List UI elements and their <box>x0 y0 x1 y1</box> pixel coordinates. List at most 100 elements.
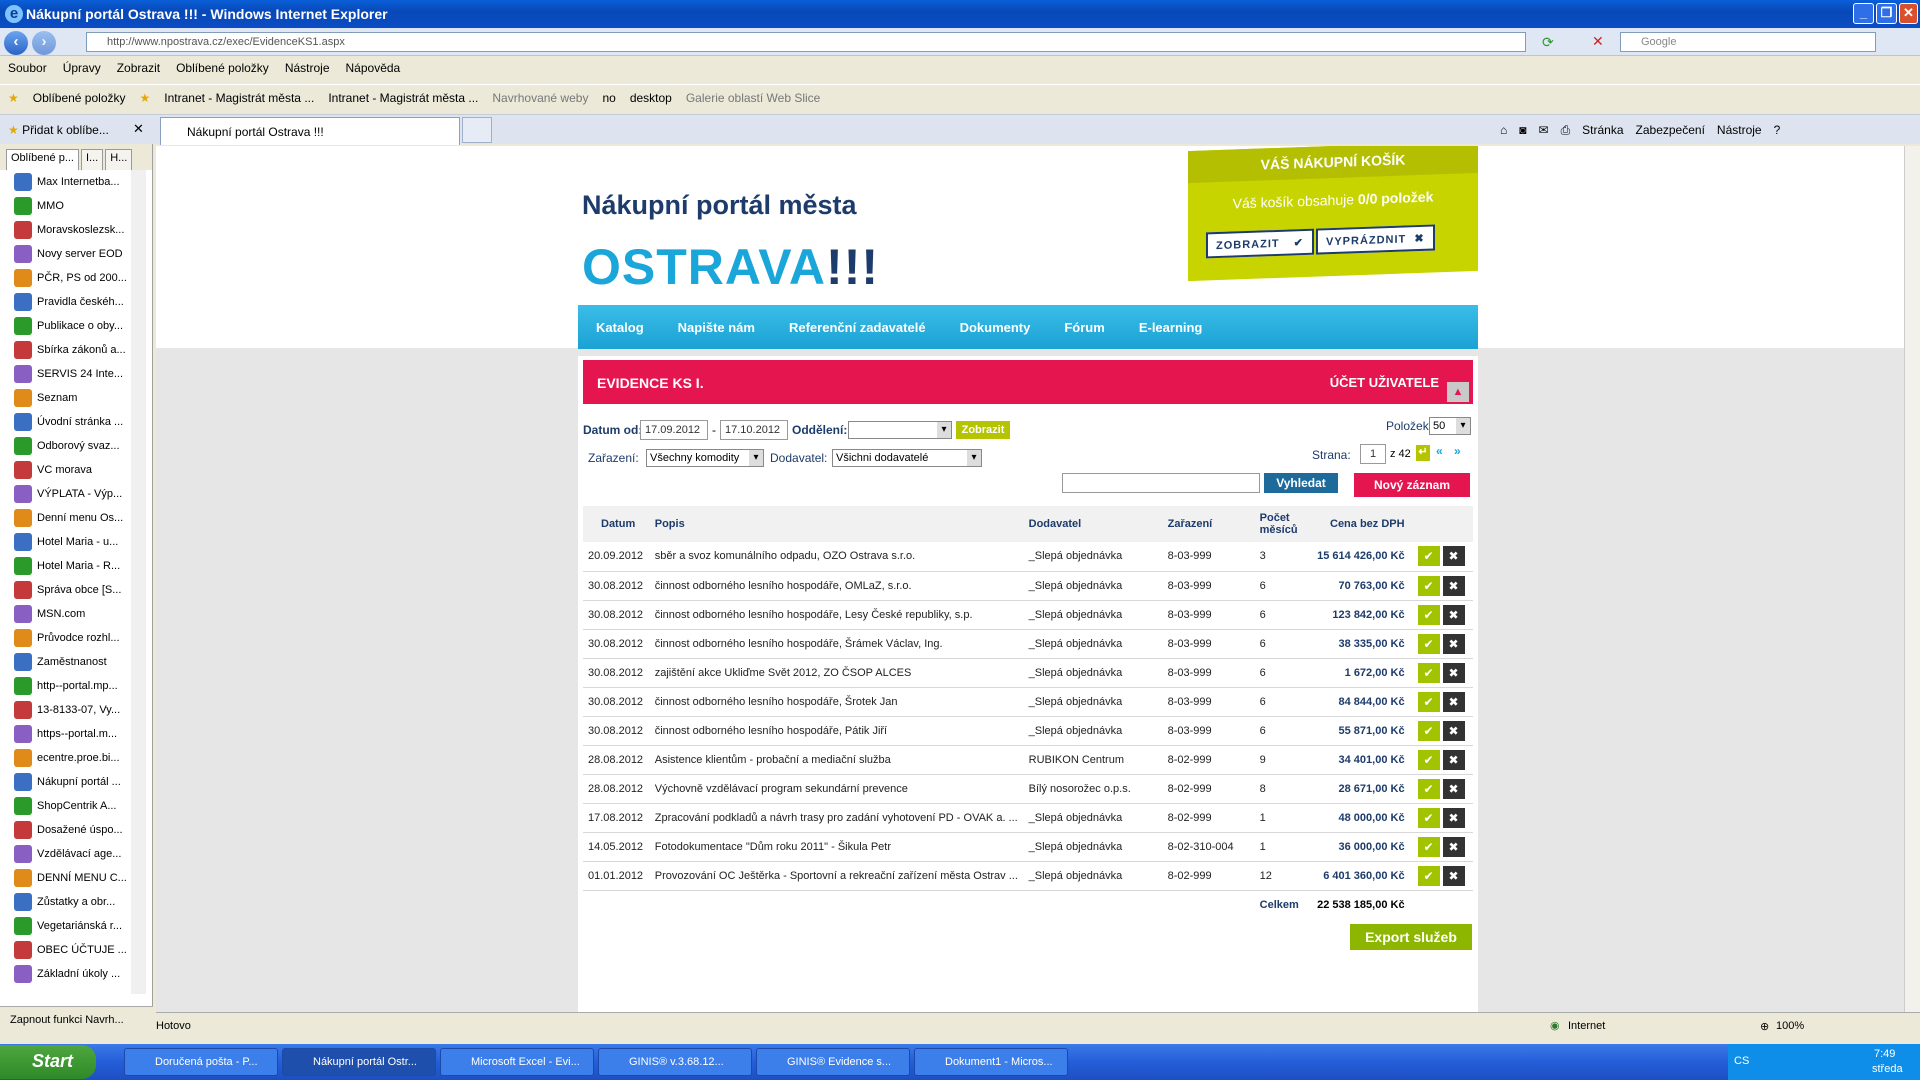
add-to-favorites-button[interactable]: ★ Přidat k oblíbe... <box>8 123 109 137</box>
task-outlook[interactable]: Doručená pošta - P... <box>124 1048 278 1076</box>
favorite-item[interactable]: VC morava <box>0 458 128 482</box>
favorite-item[interactable]: MSN.com <box>0 602 128 626</box>
favorite-item[interactable]: Seznam <box>0 386 128 410</box>
search-input[interactable]: Google <box>1620 32 1876 52</box>
search-button[interactable]: Vyhledat <box>1264 473 1338 493</box>
tab-active[interactable]: Nákupní portál Ostrava !!! <box>160 117 460 145</box>
favorite-item[interactable]: OBEC ÚČTUJE ... <box>0 938 128 962</box>
cart-empty-button[interactable]: VYPRÁZDNIT ✖ <box>1316 224 1435 255</box>
prev-page-icon[interactable]: « <box>1436 444 1443 458</box>
confirm-check-icon[interactable]: ✔ <box>1417 778 1440 799</box>
favorite-item[interactable]: Vzdělávací age... <box>0 842 128 866</box>
sidebar-scrollbar[interactable] <box>131 170 146 994</box>
print-icon[interactable]: ⎙ <box>1561 123 1571 138</box>
new-tab-button[interactable] <box>462 117 492 143</box>
favorite-item[interactable]: ShopCentrik A... <box>0 794 128 818</box>
delete-x-icon[interactable]: ✖ <box>1442 604 1465 625</box>
confirm-check-icon[interactable]: ✔ <box>1417 749 1440 770</box>
confirm-check-icon[interactable]: ✔ <box>1417 836 1440 857</box>
delete-x-icon[interactable]: ✖ <box>1442 865 1465 886</box>
delete-x-icon[interactable]: ✖ <box>1442 691 1465 712</box>
fav-link-no[interactable]: no <box>602 91 615 105</box>
sidebar-tab-history[interactable]: H... <box>105 149 133 170</box>
col-classification[interactable]: Zařazení <box>1162 506 1255 542</box>
table-row[interactable]: 01.01.2012 Provozování OC Ještěrka - Spor… <box>583 861 1473 891</box>
nav-documents[interactable]: Dokumenty <box>960 320 1031 335</box>
brand-city[interactable]: OSTRAVA!!! <box>582 238 879 296</box>
confirm-check-icon[interactable]: ✔ <box>1417 865 1440 886</box>
col-supplier[interactable]: Dodavatel <box>1023 506 1163 542</box>
favorite-item[interactable]: MMO <box>0 194 128 218</box>
favorite-item[interactable]: Publikace o oby... <box>0 314 128 338</box>
maximize-button[interactable]: ❐ <box>1876 3 1897 24</box>
help-icon[interactable]: ? <box>1774 123 1781 138</box>
task-ginis[interactable]: GINIS® v.3.68.12... <box>598 1048 752 1076</box>
task-word[interactable]: Dokument1 - Micros... <box>914 1048 1068 1076</box>
table-row[interactable]: 28.08.2012 Asistence klientům - probační … <box>583 745 1473 775</box>
classification-select[interactable]: Všechny komodity <box>646 449 764 467</box>
zoom-level[interactable]: 100% <box>1776 1020 1804 1032</box>
clock-time[interactable]: 7:49 <box>1874 1048 1895 1060</box>
items-select[interactable]: 50 <box>1429 417 1471 435</box>
refresh-icon[interactable]: ⟳ <box>1542 34 1558 50</box>
delete-x-icon[interactable]: ✖ <box>1442 836 1465 857</box>
table-row[interactable]: 14.05.2012 Fotodokumentace "Dům roku 2011… <box>583 832 1473 862</box>
close-button[interactable]: ✕ <box>1899 3 1918 24</box>
menu-tools[interactable]: Nástroje <box>285 61 330 75</box>
start-button[interactable]: Start <box>0 1045 96 1079</box>
nav-forum[interactable]: Fórum <box>1064 320 1104 335</box>
favorite-item[interactable]: http--portal.mp... <box>0 674 128 698</box>
zoom-icon[interactable]: ⊕ <box>1760 1020 1769 1033</box>
close-sidebar-icon[interactable]: ✕ <box>133 121 144 137</box>
col-description[interactable]: Popis <box>649 506 1024 542</box>
nav-write-us[interactable]: Napište nám <box>678 320 755 335</box>
favorite-item[interactable]: Hotel Maria - u... <box>0 530 128 554</box>
favorite-item[interactable]: Max Internetba... <box>0 170 128 194</box>
favorite-item[interactable]: Moravskoslezsk... <box>0 218 128 242</box>
date-to-input[interactable]: 17.10.2012 <box>720 420 788 440</box>
date-from-input[interactable]: 17.09.2012 <box>640 420 708 440</box>
confirm-check-icon[interactable]: ✔ <box>1417 807 1440 828</box>
favorite-item[interactable]: 13-8133-07, Vy... <box>0 698 128 722</box>
delete-x-icon[interactable]: ✖ <box>1442 575 1465 596</box>
nav-catalog[interactable]: Katalog <box>596 320 644 335</box>
confirm-check-icon[interactable]: ✔ <box>1417 691 1440 712</box>
delete-x-icon[interactable]: ✖ <box>1442 807 1465 828</box>
fav-web-slice-gallery[interactable]: Galerie oblastí Web Slice <box>686 91 821 105</box>
menu-favorites[interactable]: Oblíbené položky <box>176 61 269 75</box>
page-go-icon[interactable]: ↵ <box>1416 445 1430 461</box>
page-input[interactable]: 1 <box>1360 444 1386 464</box>
menu-help[interactable]: Nápověda <box>346 61 401 75</box>
delete-x-icon[interactable]: ✖ <box>1442 749 1465 770</box>
menu-file[interactable]: Soubor <box>8 61 47 75</box>
task-excel[interactable]: Microsoft Excel - Evi... <box>440 1048 594 1076</box>
stop-icon[interactable]: ✕ <box>1592 33 1608 49</box>
table-row[interactable]: 17.08.2012 Zpracování podkladů a návrh tr… <box>583 803 1473 833</box>
fav-link-2[interactable]: Intranet - Magistrát města ... <box>328 91 478 105</box>
favorite-item[interactable]: Zůstatky a obr... <box>0 890 128 914</box>
supplier-select[interactable]: Všichni dodavatelé <box>832 449 982 467</box>
menu-view[interactable]: Zobrazit <box>117 61 160 75</box>
feeds-icon[interactable]: ◙ <box>1519 123 1526 138</box>
language-indicator[interactable]: CS <box>1734 1055 1749 1067</box>
department-select[interactable] <box>848 421 952 439</box>
next-page-icon[interactable]: » <box>1454 444 1461 458</box>
table-row[interactable]: 30.08.2012 činnost odborného lesního hosp… <box>583 600 1473 630</box>
back-button[interactable]: ‹ <box>4 31 28 55</box>
show-button[interactable]: Zobrazit <box>956 421 1010 439</box>
favorite-item[interactable]: Sbírka zákonů a... <box>0 338 128 362</box>
home-icon[interactable]: ⌂ <box>1500 123 1507 138</box>
delete-x-icon[interactable]: ✖ <box>1442 778 1465 799</box>
confirm-check-icon[interactable]: ✔ <box>1417 662 1440 683</box>
safety-menu[interactable]: Zabezpečení <box>1636 123 1705 138</box>
favorite-item[interactable]: Správa obce [S... <box>0 578 128 602</box>
tools-menu[interactable]: Nástroje <box>1717 123 1762 138</box>
fav-link-desktop[interactable]: desktop <box>630 91 672 105</box>
table-row[interactable]: 30.08.2012 činnost odborného lesního hosp… <box>583 716 1473 746</box>
favorite-item[interactable]: https--portal.m... <box>0 722 128 746</box>
page-scrollbar[interactable] <box>1904 146 1920 1012</box>
col-date[interactable]: Datum <box>583 506 650 542</box>
forward-button[interactable]: › <box>32 31 56 55</box>
delete-x-icon[interactable]: ✖ <box>1442 546 1465 567</box>
favorite-item[interactable]: DENNÍ MENU C... <box>0 866 128 890</box>
